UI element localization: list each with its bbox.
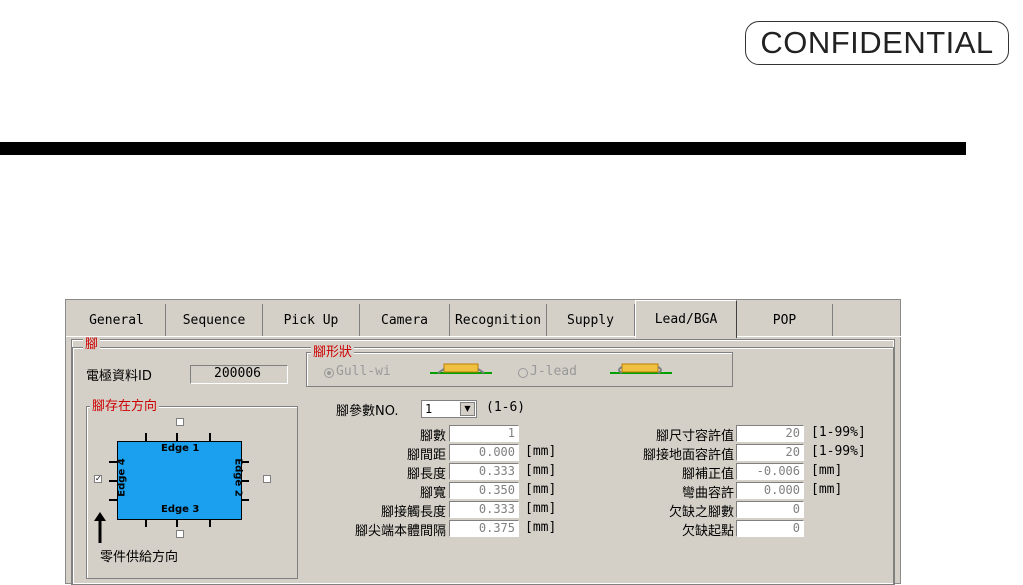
edge-4-label: Edge 4: [116, 458, 128, 497]
right-param-label: 彎曲容許: [681, 486, 734, 501]
right-param-unit: [mm]: [811, 482, 843, 497]
tab-pop[interactable]: POP: [737, 304, 833, 336]
left-param-unit: [mm]: [525, 520, 557, 535]
right-param-label: 欠缺之腳數: [668, 505, 734, 520]
left-param-label: 腳寬: [419, 486, 446, 501]
right-param-field[interactable]: 0: [736, 520, 804, 537]
right-param-field[interactable]: 20: [736, 425, 804, 442]
lead-panel: 腳 電極資料ID 200006 腳形狀 Gull-wi J-lead 腳存在方向…: [71, 337, 895, 585]
right-param-unit: [mm]: [811, 463, 843, 478]
tab-recognition[interactable]: Recognition: [450, 304, 547, 336]
left-param-unit: [mm]: [525, 482, 557, 497]
left-param-field[interactable]: 0.333: [449, 501, 519, 518]
left-param-label: 腳接觸長度: [380, 505, 446, 520]
tab-supply[interactable]: Supply: [547, 304, 635, 336]
tab-strip: General Sequence Pick Up Camera Recognit…: [66, 300, 902, 338]
supply-direction-label: 零件供給方向: [100, 550, 179, 565]
left-param-unit: [mm]: [525, 463, 557, 478]
left-param-unit: [mm]: [525, 444, 557, 459]
chevron-down-icon[interactable]: ▼: [460, 402, 475, 416]
edge-3-checkbox[interactable]: [176, 530, 184, 538]
j-lead-label: J-lead: [530, 364, 577, 379]
right-param-field[interactable]: 20: [736, 444, 804, 461]
left-param-label: 腳數: [419, 429, 446, 444]
left-param-label: 腳間距: [406, 448, 446, 463]
left-param-field[interactable]: 1: [449, 425, 519, 442]
left-param-field[interactable]: 0.333: [449, 463, 519, 480]
j-lead-icon: [610, 363, 672, 374]
lead-bga-dialog: General Sequence Pick Up Camera Recognit…: [65, 299, 902, 585]
component-id-label: 電極資料ID: [86, 369, 152, 384]
tab-camera[interactable]: Camera: [360, 304, 450, 336]
left-param-field[interactable]: 0.350: [449, 482, 519, 499]
right-param-label: 腳接地面容許值: [642, 448, 734, 463]
j-lead-radio[interactable]: [518, 368, 528, 378]
supply-arrow-icon: [94, 512, 106, 543]
right-param-label: 腳尺寸容許值: [655, 429, 734, 444]
right-param-field[interactable]: -0.006: [736, 463, 804, 480]
tab-baseline: [66, 336, 902, 337]
tab-sequence[interactable]: Sequence: [166, 304, 263, 336]
gull-wing-icon: [430, 363, 492, 374]
right-param-label: 腳補正值: [681, 467, 734, 482]
left-param-label: 腳長度: [406, 467, 446, 482]
edge-1-checkbox[interactable]: [176, 418, 184, 426]
tab-pick-up[interactable]: Pick Up: [263, 304, 360, 336]
confidential-stamp: CONFIDENTIAL: [745, 21, 1009, 65]
param-no-label: 腳參數NO.: [336, 404, 399, 419]
tab-lead-bga[interactable]: Lead/BGA: [635, 300, 737, 338]
edge-2-checkbox[interactable]: [263, 475, 271, 483]
right-param-field[interactable]: 0: [736, 501, 804, 518]
black-divider-bar: [0, 142, 966, 155]
lead-group-title: 腳: [83, 337, 101, 352]
param-no-select[interactable]: 1 ▼: [421, 400, 477, 418]
gull-wing-radio[interactable]: [324, 368, 334, 378]
left-param-unit: [mm]: [525, 501, 557, 516]
edge-4-checkbox[interactable]: ✓: [94, 475, 102, 483]
edge-3-label: Edge 3: [161, 504, 200, 515]
direction-title: 腳存在方向: [90, 399, 160, 414]
left-param-field[interactable]: 0.000: [449, 444, 519, 461]
right-param-label: 欠缺起點: [681, 524, 734, 539]
param-no-range: (1-6): [486, 400, 526, 415]
edge-1-label: Edge 1: [161, 443, 200, 454]
gull-wing-label: Gull-wi: [336, 364, 391, 379]
right-param-unit: [1-99%]: [811, 444, 866, 459]
component-id-field: 200006: [190, 365, 288, 384]
left-param-field[interactable]: 0.375: [449, 520, 519, 537]
edge-2-label: Edge 2: [232, 458, 244, 497]
left-param-label: 腳尖端本體間隔: [354, 524, 446, 539]
tab-general[interactable]: General: [68, 304, 166, 336]
right-param-field[interactable]: 0.000: [736, 482, 804, 499]
lead-shape-title: 腳形狀: [311, 345, 355, 360]
right-param-unit: [1-99%]: [811, 425, 866, 440]
